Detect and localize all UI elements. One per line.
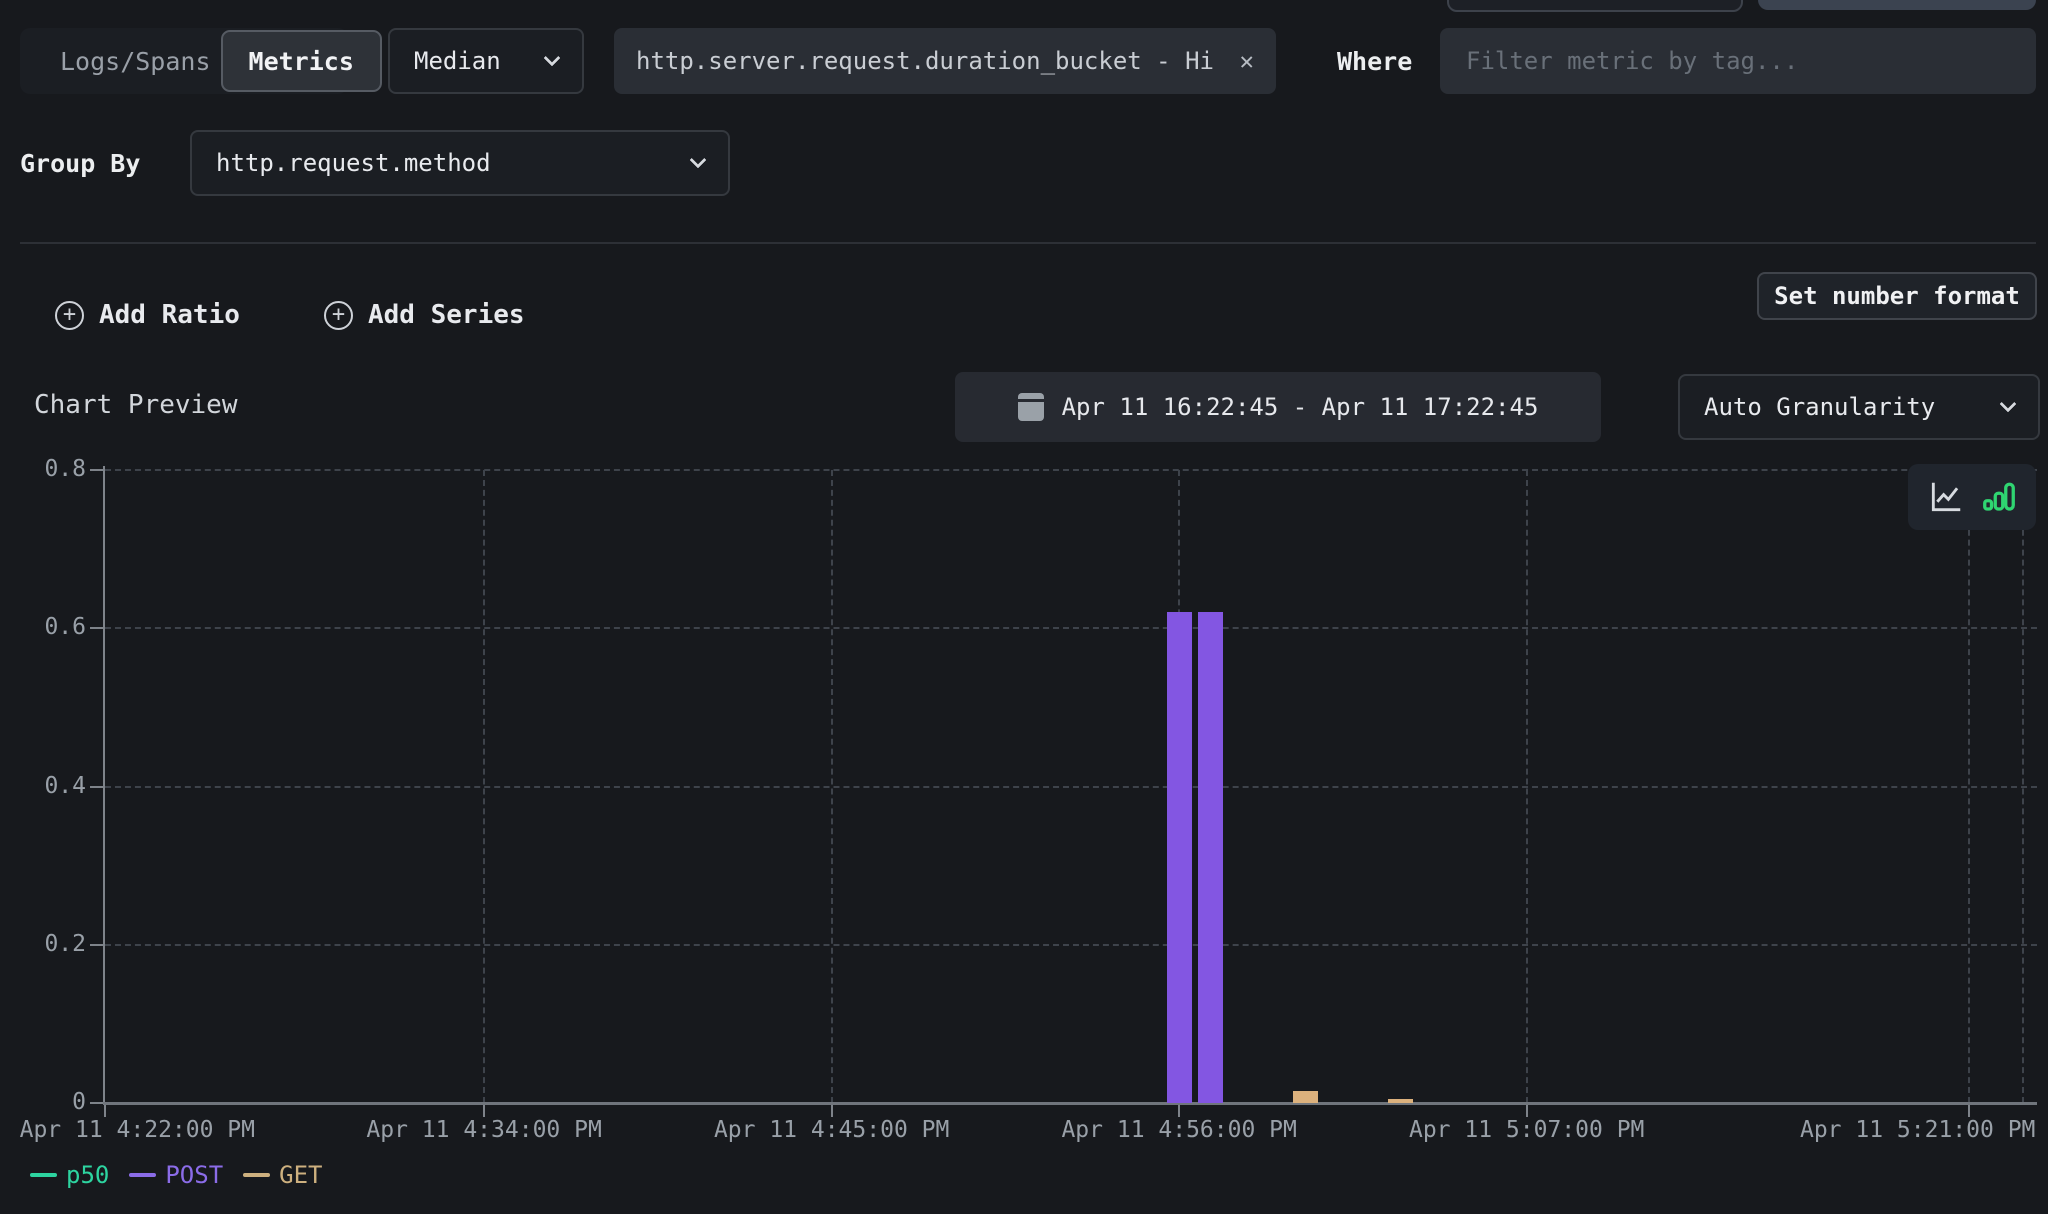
x-tick-label: Apr 11 4:45:00 PM [714,1117,949,1143]
y-axis-tick [90,627,104,629]
plus-circle-icon: + [55,301,84,330]
y-tick-label: 0 [10,1089,86,1115]
add-ratio-label: Add Ratio [99,300,240,330]
x-grid-line [831,470,833,1103]
chart-type-toggle [1908,464,2036,530]
plot-right-edge-grid-line [2022,470,2024,1103]
chevron-down-icon [690,152,707,169]
set-number-format-button[interactable]: Set number format [1757,272,2037,320]
y-tick-label: 0.6 [10,614,86,640]
legend-dash-icon [129,1173,156,1177]
tab-metrics[interactable]: Metrics [221,30,382,92]
metric-pill[interactable]: http.server.request.duration_bucket - Hi… [614,28,1276,94]
calendar-icon [1018,393,1044,421]
bar-GET [1293,1091,1318,1103]
granularity-value: Auto Granularity [1704,393,1935,421]
bar-chart-icon[interactable] [1981,479,2017,515]
top-partial-button[interactable] [1758,0,2036,10]
where-filter-input[interactable] [1440,28,2036,94]
legend-label: p50 [66,1161,109,1189]
legend-item-GET[interactable]: GET [243,1161,322,1189]
chart-legend: p50 POST GET [30,1158,323,1192]
y-axis-tick [90,786,104,788]
legend-item-POST[interactable]: POST [129,1161,223,1189]
date-range-value: Apr 11 16:22:45 - Apr 11 17:22:45 [1062,393,1539,421]
y-grid-line [105,786,2037,788]
x-axis-tick [483,1103,485,1117]
y-grid-line [105,944,2037,946]
legend-label: GET [279,1161,322,1189]
aggregation-select[interactable]: Median [388,28,584,94]
x-tick-label: Apr 11 4:56:00 PM [1061,1117,1296,1143]
group-by-label: Group By [20,130,140,196]
group-by-value: http.request.method [216,149,491,177]
x-axis-tick [831,1103,833,1117]
y-grid-line [105,469,2037,471]
plus-circle-icon: + [324,301,353,330]
y-axis-tick [90,944,104,946]
x-axis-tick [1178,1103,1180,1117]
x-axis-tick [1526,1103,1528,1117]
chart-preview-title: Chart Preview [34,390,238,420]
x-axis-tick [1968,1103,1970,1117]
x-grid-line [1968,470,1970,1103]
x-grid-line [483,470,485,1103]
y-tick-label: 0.2 [10,931,86,957]
section-divider [20,242,2036,244]
add-series-label: Add Series [368,300,525,330]
source-mode-toggle: Logs/Spans Metrics [20,28,348,94]
chevron-down-icon [2000,396,2017,413]
where-label: Where [1337,28,1412,94]
x-grid-line [1526,470,1528,1103]
top-partial-input[interactable] [1447,0,1743,12]
legend-dash-icon [30,1173,57,1177]
x-axis-line [103,1102,2037,1105]
bar-POST [1198,612,1223,1103]
close-icon[interactable]: ✕ [1240,47,1254,75]
group-by-select[interactable]: http.request.method [190,130,730,196]
x-tick-label: Apr 11 5:07:00 PM [1409,1117,1644,1143]
y-axis-tick [90,1102,104,1104]
y-axis-line [103,466,105,1105]
add-series-button[interactable]: + Add Series [324,296,525,334]
x-grid-line [1178,470,1180,1103]
tab-logs-spans[interactable]: Logs/Spans [20,47,221,76]
legend-item-p50[interactable]: p50 [30,1161,109,1189]
add-ratio-button[interactable]: + Add Ratio [55,296,240,334]
legend-dash-icon [243,1173,270,1177]
granularity-select[interactable]: Auto Granularity [1678,374,2040,440]
y-tick-label: 0.8 [10,456,86,482]
metrics-chart-builder: Logs/Spans Metrics Median http.server.re… [0,0,2048,1214]
date-range-picker[interactable]: Apr 11 16:22:45 - Apr 11 17:22:45 [955,372,1601,442]
bar-POST [1167,612,1192,1103]
chevron-down-icon [544,50,561,67]
x-axis-tick [104,1103,106,1117]
legend-label: POST [165,1161,223,1189]
metric-name: http.server.request.duration_bucket - Hi [636,47,1214,75]
y-tick-label: 0.4 [10,773,86,799]
y-grid-line [105,627,2037,629]
x-tick-label: Apr 11 4:22:00 PM [20,1117,255,1143]
bar-GET [1388,1099,1413,1103]
x-tick-label: Apr 11 5:21:00 PM [1800,1117,2035,1143]
line-chart-icon[interactable] [1927,478,1965,516]
y-axis-tick [90,469,104,471]
aggregation-value: Median [414,47,501,75]
x-tick-label: Apr 11 4:34:00 PM [366,1117,601,1143]
